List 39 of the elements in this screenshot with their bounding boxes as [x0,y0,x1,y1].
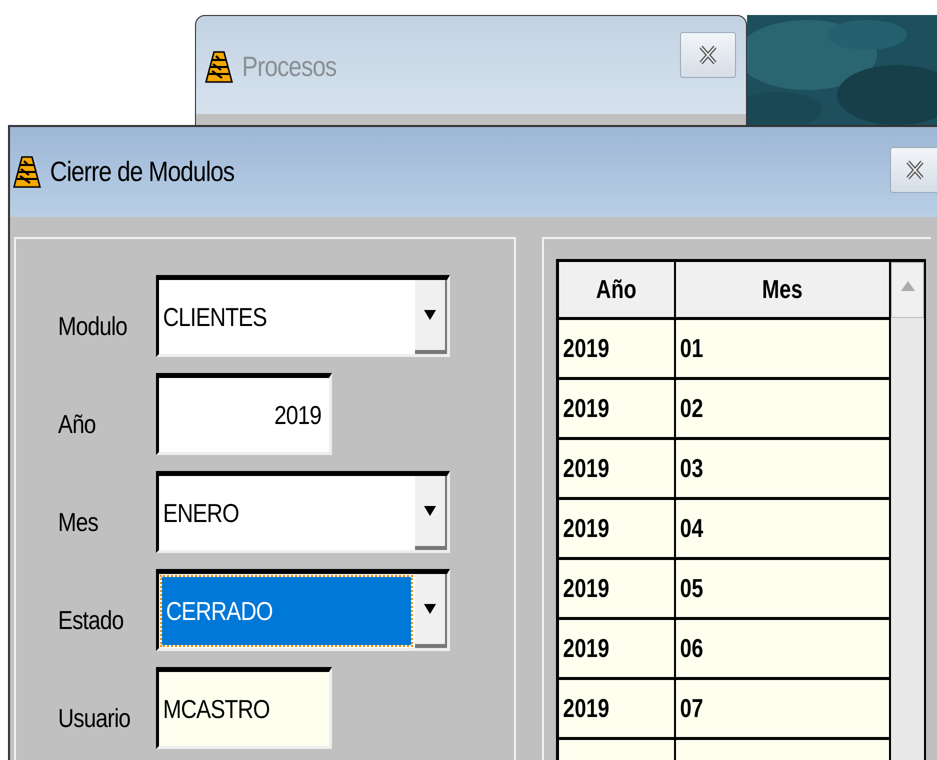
field-label: Modulo [58,310,128,342]
field-label: Usuario [58,702,132,734]
field-value: CLIENTES [163,300,267,334]
table-cell: 2019 [559,440,676,497]
close-button[interactable] [890,147,937,193]
field-label: Estado [58,604,124,636]
vertical-scrollbar[interactable] [891,262,926,760]
caret-icon [424,309,436,321]
caret-icon [424,505,436,517]
field-value: ENERO [163,496,239,530]
dropdown-arrow-button[interactable] [415,280,447,354]
dropdown[interactable]: ENERO [156,471,450,553]
field-value: MCASTRO [163,692,270,726]
cone-icon [12,155,42,189]
table-cell: 2019 [559,680,676,737]
field-value: 2019 [274,398,321,432]
table-cell: 2019 [559,320,676,377]
input-field[interactable]: 2019 [156,373,332,455]
cone-icon [204,50,234,84]
close-icon [904,159,924,181]
field-label: Mes [58,506,100,538]
close-button[interactable] [680,32,736,78]
field-label: Año [58,408,97,440]
dropdown-arrow-button[interactable] [415,476,447,550]
table-cell: 2019 [559,620,676,677]
window-title: Cierre de Modulos [50,155,234,189]
window-title: Procesos [242,50,336,84]
column-header[interactable]: Año [559,262,676,317]
dropdown-arrow-button[interactable] [415,574,447,648]
table-cell: 2019 [559,560,676,617]
table-cell: 2019 [559,500,676,557]
field-value: CERRADO [166,594,273,628]
up-arrow-icon [900,281,914,291]
dropdown[interactable]: CERRADO [156,569,450,651]
table-cell: 2019 [559,380,676,437]
input-field[interactable]: MCASTRO [156,667,332,749]
caret-icon [424,603,436,615]
dropdown[interactable]: CLIENTES [156,275,450,357]
close-icon [698,44,718,66]
